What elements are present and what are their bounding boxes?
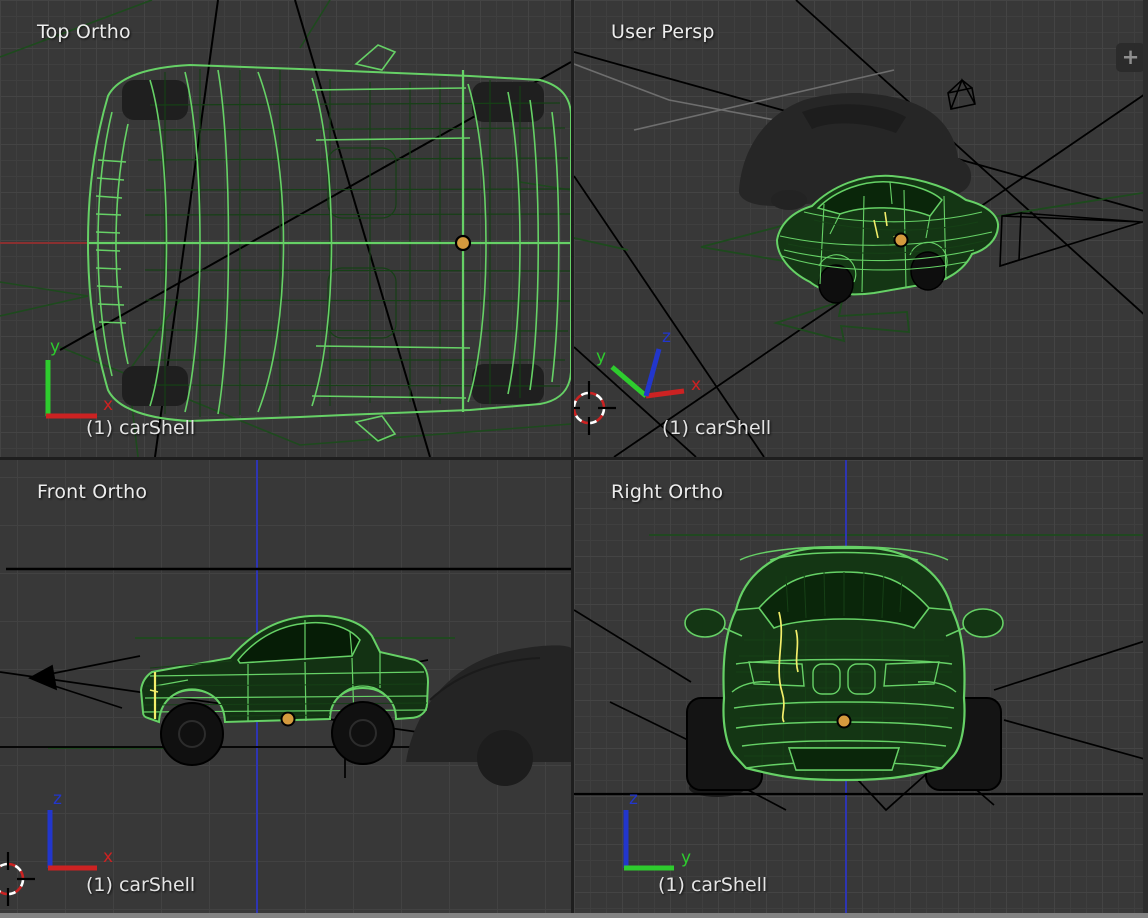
axis-gizmo: z y x	[596, 327, 701, 396]
front-ortho-scene: z x	[0, 460, 571, 913]
selected-object-info: (1) carShell	[658, 874, 767, 896]
selected-object-info: (1) carShell	[86, 874, 195, 896]
car-top-view-wireframe	[88, 45, 571, 441]
object-origin-dot	[282, 713, 295, 726]
viewport-label: Top Ortho	[37, 21, 131, 43]
viewport-label: Right Ortho	[611, 481, 723, 503]
viewport-right-ortho[interactable]: z y Right Ortho (1) carShell	[574, 460, 1148, 913]
empty-object	[948, 80, 975, 109]
user-persp-scene: z y x	[574, 0, 1148, 457]
gizmo-y-label: y	[681, 848, 691, 868]
blender-quad-view: y x Top Ortho (1) carShell	[0, 0, 1148, 918]
viewport-front-ortho[interactable]: z x Front Ortho (1) carShell	[0, 460, 571, 913]
camera-frustum	[1000, 213, 1148, 266]
gizmo-z-label: z	[662, 327, 671, 347]
gizmo-y-label: y	[50, 337, 60, 357]
viewport-top-ortho[interactable]: y x Top Ortho (1) carShell	[0, 0, 571, 457]
gizmo-z-label: z	[53, 789, 62, 809]
object-origin-dot	[456, 236, 470, 250]
cursor-3d	[574, 381, 616, 435]
selected-object-info: (1) carShell	[86, 417, 195, 439]
gizmo-z-label: z	[629, 789, 638, 809]
viewport-label: User Persp	[611, 21, 715, 43]
axis-gizmo: z y	[624, 789, 691, 868]
car-front-wireframe	[685, 547, 1003, 791]
viewport-label: Front Ortho	[37, 481, 147, 503]
window-right-edge	[1143, 0, 1148, 913]
window-bottom-edge[interactable]	[0, 913, 1148, 918]
axis-gizmo: y x	[46, 337, 113, 416]
gizmo-y-label: y	[596, 347, 606, 367]
viewport-user-persp[interactable]: z y x User Persp (1) carShell +	[574, 0, 1148, 457]
cursor-3d	[0, 852, 35, 906]
gizmo-x-label: x	[103, 395, 113, 415]
object-origin-dot	[895, 234, 908, 247]
add-view-button[interactable]: +	[1116, 43, 1145, 72]
object-origin-dot	[838, 715, 851, 728]
axis-gizmo: z x	[48, 789, 113, 868]
gizmo-x-label: x	[103, 847, 113, 867]
selected-object-info: (1) carShell	[662, 417, 771, 439]
silhouette-car	[406, 645, 571, 786]
right-ortho-scene: z y	[574, 460, 1148, 913]
top-ortho-scene: y x	[0, 0, 571, 457]
gizmo-x-label: x	[691, 375, 701, 395]
